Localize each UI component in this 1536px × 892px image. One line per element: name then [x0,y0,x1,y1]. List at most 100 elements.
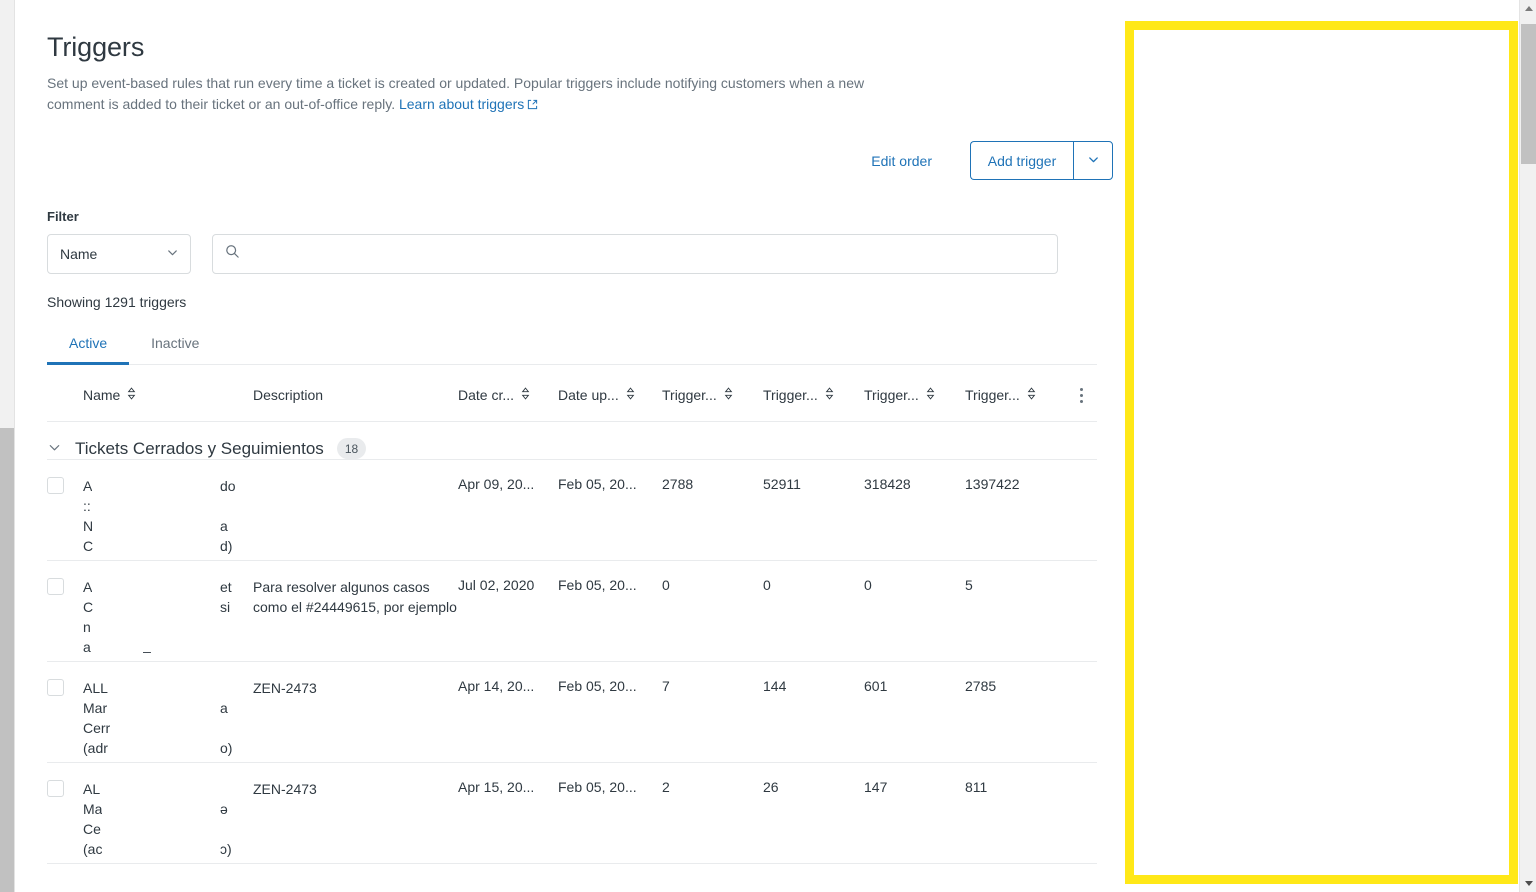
page-title: Triggers [47,32,145,62]
sort-arrows-icon [1027,387,1036,403]
scroll-down-arrow-icon[interactable] [1520,875,1536,892]
filter-type-select[interactable]: Name [47,234,191,274]
row-options-cell [1066,762,1097,864]
tab-inactive[interactable]: Inactive [129,335,221,364]
group-count-badge: 18 [336,438,367,459]
row-checkbox[interactable] [47,780,64,797]
page-scrollbar[interactable] [1519,0,1536,892]
column-header-date-created-label: Date cr... [458,387,515,403]
row-date-updated: Feb 05, 20... [558,762,662,864]
add-trigger-button[interactable]: Add trigger [970,141,1073,180]
name-fragment: et [220,579,232,595]
row-trigger-3: 0 [864,560,965,662]
add-trigger-dropdown-button[interactable] [1073,141,1113,180]
column-options-header[interactable] [1066,365,1097,422]
table-row[interactable]: ALL Mar Cerr (adr a o) ZEN-2473 Apr 14, … [47,661,1097,763]
name-fragment: a [220,700,228,716]
group-toggle[interactable]: Tickets Cerrados y Seguimientos 18 [47,438,1097,459]
table-row[interactable]: A C n a et si _ Para resolver algunos ca… [47,560,1097,662]
row-trigger-2: 52911 [763,459,864,561]
table-head: Name Description Date cr... Date up... T… [47,365,1097,422]
table-header-row: Name Description Date cr... Date up... T… [47,365,1097,422]
row-trigger-1: 2 [662,762,763,864]
column-header-trigger-4[interactable]: Trigger... [965,365,1066,422]
kebab-menu-icon[interactable] [1066,387,1097,403]
left-scrollbar-thumb[interactable] [0,428,14,892]
row-checkbox-cell [47,661,83,763]
filter-label: Filter [47,209,79,224]
row-options-cell [1066,459,1097,561]
row-name-fragments: A :: N C do a d) [83,476,253,560]
left-scrollbar[interactable] [0,0,15,892]
name-fragment: _ [143,637,151,653]
page-scrollbar-thumb[interactable] [1521,24,1536,164]
row-name-cell: A :: N C do a d) [83,459,253,561]
scroll-up-arrow-icon[interactable] [1520,0,1536,17]
name-fragment: A [83,579,93,595]
chevron-down-icon[interactable] [47,440,62,458]
column-header-date-updated[interactable]: Date up... [558,365,662,422]
row-checkbox[interactable] [47,578,64,595]
column-header-date-created[interactable]: Date cr... [458,365,558,422]
row-trigger-2: 0 [763,560,864,662]
tab-active[interactable]: Active [47,335,130,365]
row-name-fragments: A C n a et si _ [83,577,253,661]
row-checkbox-cell [47,560,83,662]
row-trigger-3: 601 [864,661,965,763]
row-name-cell: ALL Mar Cerr (adr a o) [83,661,253,763]
edit-order-link[interactable]: Edit order [871,153,932,169]
name-fragment: Ce [83,821,101,837]
table-row[interactable]: AL Mа Ce (aс ə ɔ) ZEN-2473 Apr 15, 20...… [47,762,1097,864]
row-description: ZEN-2473 [253,762,458,864]
row-checkbox-cell [47,762,83,864]
table-row[interactable]: A :: N C do a d) Apr 09, 20... Feb 05, 2… [47,459,1097,561]
name-fragment: :: [83,498,91,514]
column-header-name-label: Name [83,387,121,403]
column-header-trigger-2-label: Trigger... [763,387,818,403]
sort-arrows-icon [626,387,635,403]
triggers-table: Name Description Date cr... Date up... T… [47,365,1097,864]
filter-type-value: Name [60,246,98,262]
column-header-trigger-3[interactable]: Trigger... [864,365,965,422]
name-fragment: C [83,538,94,554]
row-checkbox-cell [47,459,83,561]
group-name: Tickets Cerrados y Seguimientos [75,438,324,458]
search-box[interactable] [212,234,1058,274]
name-fragment: n [83,619,91,635]
row-checkbox[interactable] [47,477,64,494]
row-options-cell [1066,661,1097,763]
name-fragment: ɔ) [220,841,232,857]
yellow-highlight-panel [1125,21,1518,884]
name-fragment: Cerr [83,720,111,736]
search-input[interactable] [250,245,1045,263]
name-fragment: o) [220,740,233,756]
row-trigger-1: 0 [662,560,763,662]
page-description: Set up event-based rules that run every … [47,73,877,116]
column-header-trigger-1[interactable]: Trigger... [662,365,763,422]
name-fragment: (adr [83,740,108,756]
name-fragment: ALL [83,680,108,696]
name-fragment: Mar [83,700,108,716]
column-header-description-label: Description [253,387,324,403]
showing-count-text: Showing 1291 triggers [47,294,187,310]
status-tabs: Active Inactive [47,335,1097,365]
chevron-down-icon [166,246,179,262]
row-date-created: Apr 09, 20... [458,459,558,561]
row-date-updated: Feb 05, 20... [558,661,662,763]
external-link-icon [527,95,538,116]
row-trigger-4: 2785 [965,661,1066,763]
row-trigger-3: 318428 [864,459,965,561]
sort-arrows-icon [127,387,136,403]
learn-about-triggers-link[interactable]: Learn about triggers [399,96,524,112]
group-header-cell: Tickets Cerrados y Seguimientos 18 [47,421,1097,460]
sort-arrows-icon [724,387,733,403]
triggers-admin-page: Triggers Set up event-based rules that r… [0,0,1536,892]
name-fragment: a [220,518,228,534]
column-header-date-updated-label: Date up... [558,387,619,403]
column-header-trigger-2[interactable]: Trigger... [763,365,864,422]
group-header-row[interactable]: Tickets Cerrados y Seguimientos 18 [47,421,1097,460]
row-checkbox[interactable] [47,679,64,696]
column-header-name[interactable]: Name [83,365,253,422]
row-date-created: Apr 14, 20... [458,661,558,763]
chevron-down-icon [1087,153,1100,169]
